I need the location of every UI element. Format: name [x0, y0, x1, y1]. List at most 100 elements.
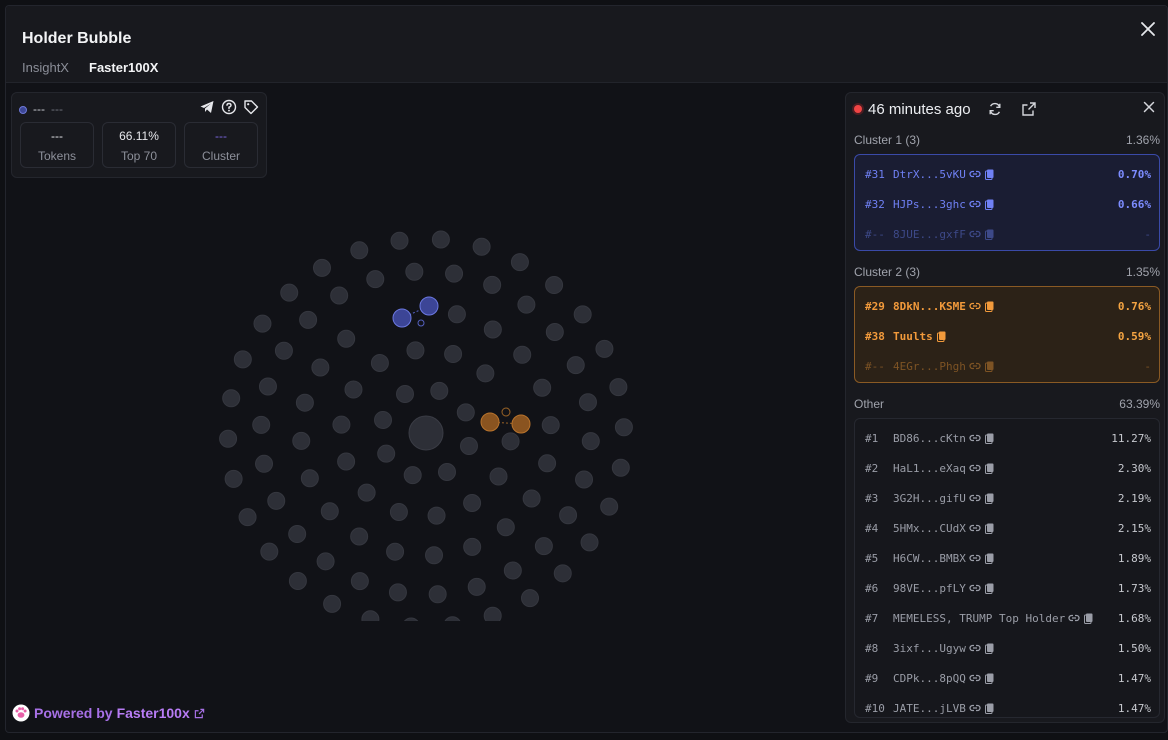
holder-bubble[interactable] [614, 418, 633, 437]
holder-bubble[interactable] [390, 231, 409, 250]
copy-icon[interactable] [984, 168, 996, 180]
holder-bubble[interactable] [467, 577, 486, 596]
link-icon[interactable] [969, 522, 981, 534]
holder-bubble[interactable] [559, 506, 578, 525]
holder-bubble[interactable] [288, 525, 307, 544]
holder-bubble[interactable] [431, 230, 450, 249]
cluster-2-bubble[interactable] [480, 412, 500, 432]
holder-bubble[interactable] [534, 537, 553, 556]
holder-bubble[interactable] [609, 378, 628, 397]
holder-bubble[interactable] [224, 469, 243, 488]
holder-bubble[interactable] [501, 432, 520, 451]
tab-insightx[interactable]: InsightX [22, 60, 69, 75]
holder-bubble[interactable] [483, 320, 502, 339]
holder-row[interactable]: #5 H6CW...BMBX 1.89% [865, 551, 1151, 565]
holder-bubble[interactable] [510, 253, 529, 272]
holder-bubble[interactable] [476, 364, 495, 383]
holder-bubble[interactable] [538, 454, 557, 473]
holder-bubble[interactable] [370, 354, 389, 373]
cluster-2-bubble-small[interactable] [501, 407, 511, 417]
holder-bubble[interactable] [323, 594, 342, 613]
powered-by-link[interactable]: Powered by Faster100x [12, 704, 205, 722]
holder-bubble[interactable] [292, 431, 311, 450]
refresh-icon[interactable] [987, 101, 1003, 117]
link-icon[interactable] [969, 582, 981, 594]
link-icon[interactable] [969, 672, 981, 684]
copy-icon[interactable] [1083, 612, 1095, 624]
holder-bubble[interactable] [386, 542, 405, 561]
holder-bubble[interactable] [521, 589, 540, 608]
copy-icon[interactable] [936, 330, 948, 342]
holder-bubble[interactable] [260, 542, 279, 561]
holder-bubble[interactable] [344, 380, 363, 399]
tab-faster100x[interactable]: Faster100X [89, 60, 158, 75]
holder-bubble[interactable] [545, 322, 564, 341]
holder-bubble[interactable] [267, 491, 286, 510]
link-icon[interactable] [1068, 612, 1080, 624]
holder-bubble[interactable] [517, 295, 536, 314]
holder-bubble[interactable] [456, 403, 475, 422]
holder-bubble[interactable] [255, 454, 274, 473]
holder-bubble[interactable] [573, 305, 592, 324]
holder-bubble[interactable] [496, 518, 515, 537]
holder-bubble[interactable] [233, 350, 252, 369]
holder-bubble[interactable] [581, 432, 600, 451]
holder-bubble[interactable] [350, 527, 369, 546]
link-icon[interactable] [969, 228, 981, 240]
link-icon[interactable] [969, 552, 981, 564]
holder-row[interactable]: #-- 4EGr...Phgh - [865, 359, 1151, 373]
tag-icon[interactable] [243, 99, 259, 115]
copy-icon[interactable] [984, 642, 996, 654]
link-icon[interactable] [969, 360, 981, 372]
holder-bubble[interactable] [403, 466, 422, 485]
holder-bubble-largest[interactable] [408, 415, 444, 451]
holder-bubble[interactable] [350, 241, 369, 260]
holder-bubble[interactable] [447, 305, 466, 324]
holder-bubble[interactable] [444, 616, 461, 621]
holder-bubble[interactable] [437, 463, 456, 482]
copy-icon[interactable] [984, 492, 996, 504]
copy-icon[interactable] [984, 672, 996, 684]
holder-bubble[interactable] [463, 537, 482, 556]
holder-bubble-map[interactable] [206, 201, 636, 621]
copy-icon[interactable] [984, 522, 996, 534]
holder-bubble[interactable] [503, 561, 522, 580]
holder-bubble[interactable] [238, 508, 257, 527]
holder-bubble[interactable] [361, 610, 380, 621]
copy-icon[interactable] [984, 228, 996, 240]
holder-row[interactable]: #8 3ixf...Ugyw 1.50% [865, 641, 1151, 655]
holder-bubble[interactable] [389, 502, 408, 521]
holder-bubble[interactable] [253, 314, 272, 333]
holder-bubble[interactable] [377, 444, 396, 463]
holder-bubble[interactable] [388, 583, 407, 602]
link-icon[interactable] [969, 432, 981, 444]
holder-bubble[interactable] [489, 467, 508, 486]
telegram-icon[interactable] [199, 99, 215, 115]
holder-bubble[interactable] [330, 286, 349, 305]
copy-icon[interactable] [984, 198, 996, 210]
holder-bubble[interactable] [311, 358, 330, 377]
holder-bubble[interactable] [444, 345, 463, 364]
holder-bubble[interactable] [459, 437, 478, 456]
holder-row[interactable]: #1 BD86...cKtn 11.27% [865, 431, 1151, 445]
copy-icon[interactable] [984, 462, 996, 474]
link-icon[interactable] [969, 702, 981, 714]
link-icon[interactable] [969, 492, 981, 504]
holder-bubble[interactable] [600, 497, 619, 516]
holder-row[interactable]: #9 CDPk...8pQQ 1.47% [865, 671, 1151, 685]
holder-row[interactable]: #29 8DkN...KSME 0.76% [865, 299, 1151, 313]
holder-row[interactable]: #10 JATE...jLVB 1.47% [865, 701, 1151, 715]
holder-bubble[interactable] [472, 237, 491, 256]
cluster-2-bubble[interactable] [511, 414, 531, 434]
holder-bubble[interactable] [219, 429, 238, 448]
holder-bubble[interactable] [533, 378, 552, 397]
holder-bubble[interactable] [337, 452, 356, 471]
holder-bubble[interactable] [428, 585, 447, 604]
holder-bubble[interactable] [566, 356, 585, 375]
holder-row[interactable]: #6 98VE...pfLY 1.73% [865, 581, 1151, 595]
holder-bubble[interactable] [350, 572, 369, 591]
holder-bubble[interactable] [295, 393, 314, 412]
cluster-1-bubble-small[interactable] [417, 319, 425, 327]
help-icon[interactable] [221, 99, 237, 115]
holder-bubble[interactable] [611, 458, 630, 477]
